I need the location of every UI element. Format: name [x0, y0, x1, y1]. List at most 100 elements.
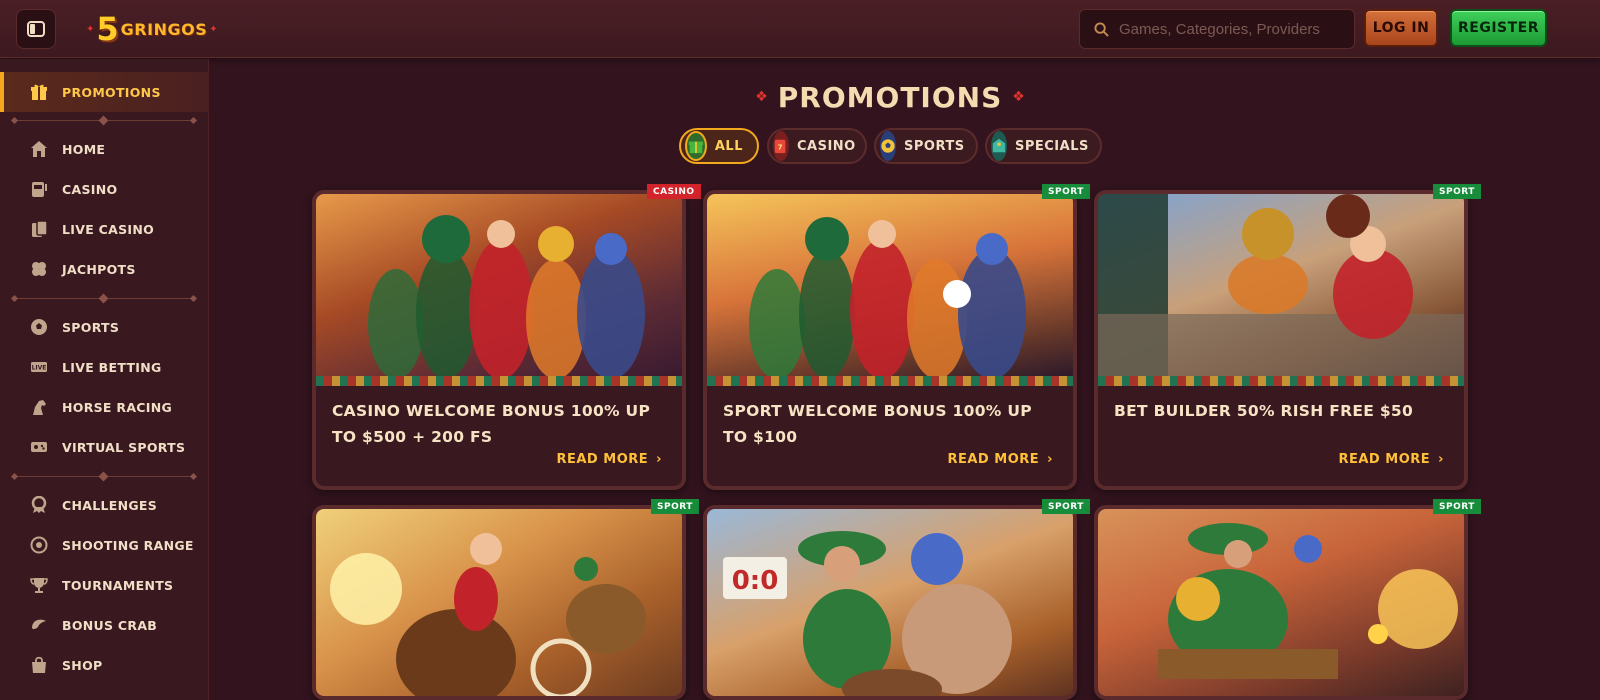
ball-icon — [30, 318, 48, 336]
sidebar-item-label: BONUS CRAB — [62, 617, 158, 633]
sidebar-item-label: SHOP — [62, 657, 103, 673]
sidebar-item-label: CHALLENGES — [62, 497, 158, 513]
sidebar-item-live-betting[interactable]: LIVE LIVE BETTING — [0, 347, 209, 387]
bag-icon — [30, 656, 48, 674]
sidebar-item-horse-racing[interactable]: HORSE RACING — [0, 387, 209, 427]
promo-card[interactable] — [1094, 505, 1468, 700]
sidebar-item-label: JACHPOTS — [62, 261, 136, 277]
sidebar-toggle-icon — [27, 21, 45, 37]
home-icon — [30, 140, 48, 158]
promo-image — [707, 194, 1073, 379]
top-header: ✦ 5 GRINGOS ✦ LOG IN REGISTER — [0, 0, 1600, 58]
medal-icon — [30, 496, 48, 514]
page-title: PROMOTIONS — [777, 80, 1003, 114]
read-more-label: READ MORE — [947, 452, 1040, 467]
slot-machine-icon — [30, 180, 48, 198]
read-more-link[interactable]: READ MORE › — [947, 452, 1053, 467]
sidebar-item-bonus-crab[interactable]: BONUS CRAB — [0, 605, 209, 645]
gift-icon — [30, 83, 48, 101]
logo-decoration-icon: ✦ — [86, 23, 95, 35]
sidebar-item-label: TOURNAMENTS — [62, 577, 174, 593]
promo-card[interactable] — [312, 505, 686, 700]
sidebar-nav: PROMOTIONS HOME CASINO LIVE CASINO JACHP… — [0, 59, 209, 700]
category-badge: SPORT — [651, 499, 699, 514]
scoreboard-text: 0:0 — [732, 566, 779, 596]
sidebar-item-casino[interactable]: CASINO — [0, 169, 209, 209]
live-icon: LIVE — [30, 358, 48, 376]
sidebar-item-tournaments[interactable]: TOURNAMENTS — [0, 565, 209, 605]
filter-all[interactable]: ALL — [679, 128, 759, 164]
sidebar-divider — [12, 293, 196, 304]
cards-icon — [30, 220, 48, 238]
filter-sports[interactable]: SPORTS — [874, 128, 978, 164]
sidebar-item-sports[interactable]: SPORTS — [0, 307, 209, 347]
promo-image — [316, 194, 682, 379]
register-button[interactable]: REGISTER — [1450, 9, 1547, 47]
filter-specials[interactable]: SPECIALS — [985, 128, 1102, 164]
category-badge: CASINO — [647, 184, 701, 199]
sidebar-divider — [12, 115, 196, 126]
promo-title: BET BUILDER 50% RISH FREE $50 — [1114, 402, 1414, 420]
read-more-label: READ MORE — [556, 452, 649, 467]
promo-title: CASINO WELCOME BONUS 100% UP TO $500 + 2… — [332, 402, 651, 446]
read-more-link[interactable]: READ MORE › — [556, 452, 662, 467]
sidebar-item-virtual-sports[interactable]: VIRTUAL SPORTS — [0, 427, 209, 467]
card-decor-band — [1098, 376, 1464, 386]
card-decor-band — [707, 376, 1073, 386]
sidebar-item-shop[interactable]: SHOP — [0, 645, 209, 685]
sidebar-item-label: SHOOTING RANGE — [62, 537, 194, 553]
sidebar-item-label: HORSE RACING — [62, 399, 173, 415]
filter-label: SPORTS — [904, 138, 965, 154]
filter-label: SPECIALS — [1015, 138, 1089, 154]
promo-image — [1098, 509, 1464, 696]
logo-number: 5 — [96, 10, 119, 48]
sidebar-item-jackpots[interactable]: JACHPOTS — [0, 249, 209, 289]
login-button[interactable]: LOG IN — [1364, 9, 1438, 47]
read-more-label: READ MORE — [1338, 452, 1431, 467]
target-icon — [30, 536, 48, 554]
clover-icon — [30, 260, 48, 278]
tag-icon — [991, 131, 1007, 161]
sidebar-item-challenges[interactable]: CHALLENGES — [0, 485, 209, 525]
promo-image — [316, 509, 682, 696]
promo-card[interactable]: CASINO WELCOME BONUS 100% UP TO $500 + 2… — [312, 190, 686, 490]
slot-icon: 7 — [773, 131, 789, 161]
title-decoration-icon: ❖ — [1012, 89, 1025, 105]
category-badge: SPORT — [1042, 499, 1090, 514]
sidebar-item-live-casino[interactable]: LIVE CASINO — [0, 209, 209, 249]
sidebar-item-label: LIVE CASINO — [62, 221, 155, 237]
sidebar-item-label: VIRTUAL SPORTS — [62, 439, 186, 455]
site-logo[interactable]: ✦ 5 GRINGOS ✦ — [86, 10, 218, 48]
promo-image — [1098, 194, 1464, 376]
promo-title: SPORT WELCOME BONUS 100% UP TO $100 — [723, 402, 1032, 446]
search-input[interactable] — [1119, 20, 1339, 38]
read-more-link[interactable]: READ MORE › — [1338, 452, 1444, 467]
sidebar-item-shooting-range[interactable]: SHOOTING RANGE — [0, 525, 209, 565]
page-title-row: ❖ PROMOTIONS ❖ — [755, 78, 1025, 116]
search-icon — [1094, 21, 1109, 37]
sidebar-item-home[interactable]: HOME — [0, 129, 209, 169]
gift-icon — [685, 131, 707, 161]
trophy-icon — [30, 576, 48, 594]
promo-card[interactable]: BET BUILDER 50% RISH FREE $50 READ MORE … — [1094, 190, 1468, 490]
promo-card[interactable]: SPORT WELCOME BONUS 100% UP TO $100 READ… — [703, 190, 1077, 490]
category-badge: SPORT — [1433, 184, 1481, 199]
filter-label: ALL — [714, 138, 743, 154]
controller-icon — [30, 438, 48, 456]
title-decoration-icon: ❖ — [755, 89, 768, 105]
horse-icon — [30, 398, 48, 416]
chevron-right-icon: › — [1047, 452, 1053, 467]
ball-icon — [880, 131, 896, 161]
sidebar-item-label: SPORTS — [62, 319, 120, 335]
filter-label: CASINO — [797, 138, 856, 154]
filter-casino[interactable]: 7 CASINO — [767, 128, 867, 164]
sidebar-item-promotions[interactable]: PROMOTIONS — [0, 72, 209, 112]
chevron-right-icon: › — [1438, 452, 1444, 467]
logo-text: GRINGOS — [120, 19, 208, 39]
sidebar-toggle-button[interactable] — [16, 9, 56, 49]
promo-card[interactable]: 0:0 — [703, 505, 1077, 700]
sidebar-item-label: CASINO — [62, 181, 118, 197]
sidebar-item-label: LIVE BETTING — [62, 359, 162, 375]
sidebar-item-label: HOME — [62, 141, 106, 157]
search-box[interactable] — [1079, 9, 1355, 49]
